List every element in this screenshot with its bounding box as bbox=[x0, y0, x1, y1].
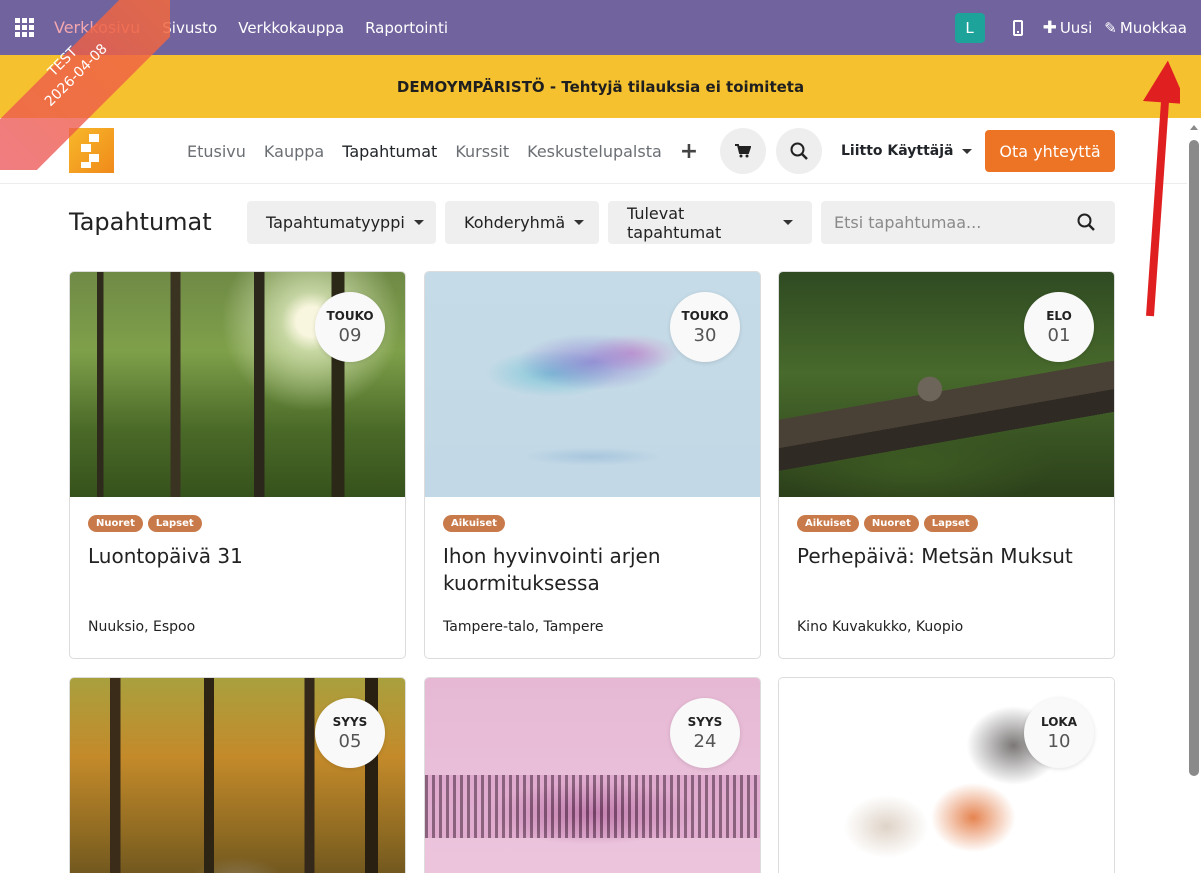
event-title[interactable]: Perhepäivä: Metsän Muksut bbox=[797, 543, 1097, 570]
chevron-down-icon bbox=[962, 148, 973, 154]
event-tags: Aikuiset bbox=[443, 515, 510, 532]
event-day: 30 bbox=[693, 324, 717, 346]
filter-audience[interactable]: Kohderyhmä bbox=[445, 201, 599, 244]
filter-upcoming[interactable]: Tulevat tapahtumat bbox=[608, 201, 812, 244]
chevron-down-icon bbox=[413, 220, 424, 225]
event-tags: Aikuiset Nuoret Lapset bbox=[797, 515, 983, 532]
scrollbar-thumb[interactable] bbox=[1189, 140, 1199, 776]
event-search-input[interactable] bbox=[834, 213, 1074, 232]
filter-event-type[interactable]: Tapahtumatyyppi bbox=[247, 201, 436, 244]
filter-upcoming-label: Tulevat tapahtumat bbox=[627, 203, 722, 242]
mobile-preview-icon[interactable] bbox=[1012, 19, 1023, 36]
event-card[interactable]: SYYS 05 bbox=[69, 677, 406, 873]
event-month: SYYS bbox=[332, 714, 368, 729]
event-location: Tampere-talo, Tampere bbox=[443, 619, 604, 635]
filter-event-type-label: Tapahtumatyyppi bbox=[266, 213, 405, 232]
red-arrow-annotation bbox=[1142, 60, 1180, 317]
event-title[interactable]: Ihon hyvinvointi arjen kuormituksessa bbox=[443, 543, 743, 597]
event-day: 09 bbox=[338, 324, 362, 346]
event-day: 10 bbox=[1047, 730, 1071, 752]
admin-menu-sivusto[interactable]: Sivusto bbox=[162, 19, 217, 37]
event-location: Kino Kuvakukko, Kuopio bbox=[797, 619, 964, 635]
pencil-icon: ✎ bbox=[1104, 18, 1117, 37]
apps-menu-icon[interactable] bbox=[0, 0, 49, 55]
event-month: ELO bbox=[1046, 308, 1072, 323]
event-month: SYYS bbox=[687, 714, 723, 729]
event-day: 05 bbox=[338, 730, 362, 752]
nav-keskustelupalsta[interactable]: Keskustelupalsta bbox=[527, 142, 662, 161]
event-card[interactable]: TOUKO 30 Aikuiset Ihon hyvinvointi arjen… bbox=[424, 271, 761, 659]
cart-icon bbox=[735, 144, 752, 158]
event-day: 01 bbox=[1047, 324, 1071, 346]
event-tag: Lapset bbox=[147, 515, 202, 532]
page-title: Tapahtumat bbox=[69, 208, 212, 236]
event-card[interactable]: SYYS 24 bbox=[424, 677, 761, 873]
user-name: Liitto Käyttäjä bbox=[841, 143, 954, 159]
admin-menu-raportointi[interactable]: Raportointi bbox=[365, 19, 448, 37]
event-tag: Aikuiset bbox=[797, 515, 859, 532]
filter-audience-label: Kohderyhmä bbox=[464, 213, 566, 232]
event-date-badge: SYYS 05 bbox=[315, 698, 385, 768]
event-card[interactable]: ELO 01 Aikuiset Nuoret Lapset Perhepäivä… bbox=[778, 271, 1115, 659]
nav-tapahtumat[interactable]: Tapahtumat bbox=[342, 142, 437, 161]
main-nav: Etusivu Kauppa Tapahtumat Kurssit Keskus… bbox=[187, 118, 832, 184]
nav-kurssit[interactable]: Kurssit bbox=[455, 142, 509, 161]
event-date-badge: ELO 01 bbox=[1024, 292, 1094, 362]
event-month: TOUKO bbox=[326, 308, 374, 323]
contact-button[interactable]: Ota yhteyttä bbox=[985, 130, 1115, 172]
chevron-down-icon bbox=[574, 220, 585, 225]
add-menu-item-icon[interactable]: + bbox=[680, 139, 698, 164]
event-title[interactable]: Luontopäivä 31 bbox=[88, 543, 388, 570]
search-icon bbox=[790, 142, 809, 160]
event-search bbox=[821, 201, 1115, 244]
plus-icon: ✚ bbox=[1042, 17, 1057, 38]
event-month: LOKA bbox=[1040, 714, 1077, 729]
event-tag: Lapset bbox=[923, 515, 978, 532]
admin-brand[interactable]: Verkkosivu bbox=[54, 18, 140, 37]
edit-button[interactable]: ✎ Muokkaa bbox=[1104, 19, 1187, 37]
event-tag: Nuoret bbox=[88, 515, 143, 532]
nav-etusivu[interactable]: Etusivu bbox=[187, 142, 246, 161]
new-button[interactable]: ✚ Uusi bbox=[1043, 18, 1093, 38]
new-label: Uusi bbox=[1059, 18, 1093, 37]
nav-kauppa[interactable]: Kauppa bbox=[264, 142, 324, 161]
event-date-badge: SYYS 24 bbox=[670, 698, 740, 768]
chevron-down-icon bbox=[783, 220, 793, 225]
site-logo[interactable] bbox=[69, 128, 114, 173]
event-tag: Aikuiset bbox=[443, 515, 505, 532]
search-button[interactable] bbox=[776, 128, 823, 174]
site-header: Etusivu Kauppa Tapahtumat Kurssit Keskus… bbox=[0, 118, 1187, 184]
event-location: Nuuksio, Espoo bbox=[88, 619, 196, 635]
event-card[interactable]: TOUKO 09 Nuoret Lapset Luontopäivä 31 Nu… bbox=[69, 271, 406, 659]
user-avatar[interactable]: L bbox=[954, 12, 985, 43]
demo-banner: DEMOYMPÄRISTÖ - Tehtyjä tilauksia ei toi… bbox=[0, 55, 1201, 118]
edit-label: Muokkaa bbox=[1119, 18, 1187, 37]
admin-bar: Verkkosivu Sivusto Verkkokauppa Raportoi… bbox=[0, 0, 1201, 55]
user-menu[interactable]: Liitto Käyttäjä bbox=[841, 118, 973, 184]
event-date-badge: TOUKO 09 bbox=[315, 292, 385, 362]
event-month: TOUKO bbox=[681, 308, 729, 323]
cart-button[interactable] bbox=[720, 128, 767, 174]
event-day: 24 bbox=[693, 730, 717, 752]
event-tags: Nuoret Lapset bbox=[88, 515, 207, 532]
event-date-badge: TOUKO 30 bbox=[670, 292, 740, 362]
event-date-badge: LOKA 10 bbox=[1024, 698, 1094, 768]
admin-menu-verkkokauppa[interactable]: Verkkokauppa bbox=[238, 19, 344, 37]
scroll-up-icon[interactable] bbox=[1190, 125, 1198, 130]
event-card[interactable]: LOKA 10 bbox=[778, 677, 1115, 873]
event-tag: Nuoret bbox=[863, 515, 919, 532]
search-icon[interactable] bbox=[1077, 213, 1095, 231]
